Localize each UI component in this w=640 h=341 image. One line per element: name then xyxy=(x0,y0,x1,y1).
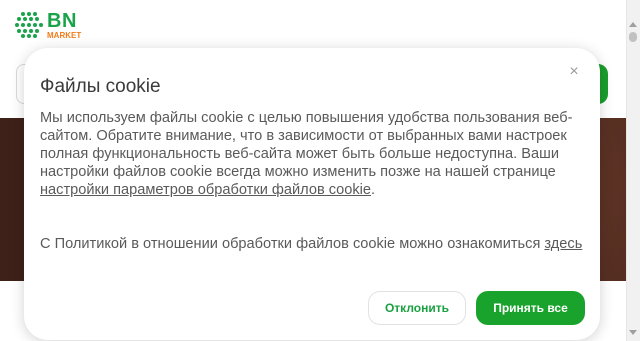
cookie-policy-link[interactable]: здесь xyxy=(544,236,582,252)
close-icon[interactable]: × xyxy=(566,64,582,80)
decline-button[interactable]: Отклонить xyxy=(368,291,466,325)
scroll-down-icon[interactable] xyxy=(629,330,637,335)
description-text: Мы используем файлы cookie с целью повыш… xyxy=(40,110,573,180)
cookie-description: Мы используем файлы cookie с целью повыш… xyxy=(40,109,590,199)
cookie-settings-link[interactable]: настройки параметров обработки файлов co… xyxy=(40,182,371,198)
scroll-thumb[interactable] xyxy=(629,32,637,42)
description-end: . xyxy=(370,182,376,198)
page-scrollbar[interactable] xyxy=(626,0,640,341)
policy-text: С Политикой в отношении обработки файлов… xyxy=(40,236,545,252)
scroll-up-icon[interactable] xyxy=(629,22,637,27)
cookie-policy-text: С Политикой в отношении обработки файлов… xyxy=(40,235,590,253)
cookie-consent-dialog: Файлы cookie × Мы используем файлы cooki… xyxy=(24,48,600,340)
accept-all-button[interactable]: Принять все xyxy=(476,291,585,325)
dialog-title: Файлы cookie xyxy=(40,76,161,97)
